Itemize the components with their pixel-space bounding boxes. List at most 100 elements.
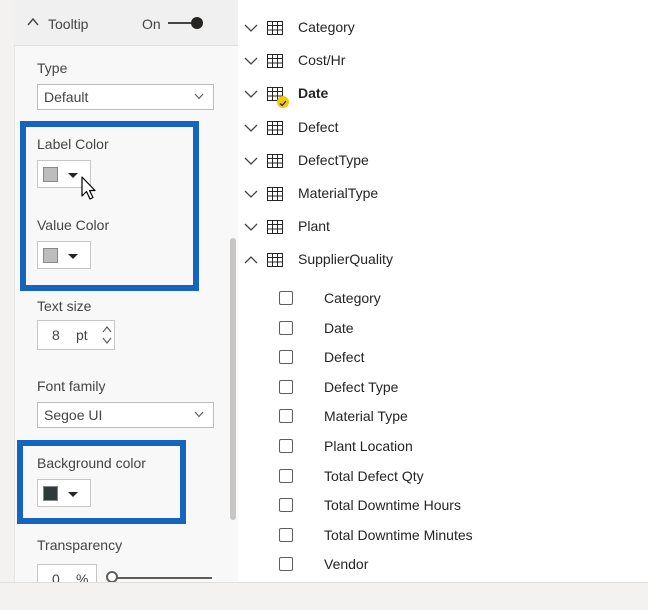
value-color-label: Value Color — [37, 217, 110, 233]
slider-track — [112, 577, 212, 579]
font-family-value: Segoe UI — [44, 407, 103, 423]
field-checkbox[interactable] — [279, 469, 293, 483]
field-name: Total Downtime Minutes — [324, 527, 473, 543]
text-size-input[interactable]: 8 pt — [37, 320, 115, 350]
field-checkbox[interactable] — [279, 291, 293, 305]
field-name: Defect Type — [324, 379, 399, 395]
table-row[interactable]: SupplierQuality — [238, 245, 648, 275]
field-name: Plant Location — [324, 438, 413, 454]
field-row[interactable]: Total Downtime Minutes — [238, 521, 648, 549]
transparency-input[interactable]: 0 % — [37, 564, 97, 582]
type-dropdown[interactable]: Default — [37, 84, 214, 110]
table-name: Category — [298, 19, 355, 35]
field-row[interactable]: Category — [238, 284, 648, 312]
table-name: Date — [298, 85, 329, 101]
field-row[interactable]: Total Downtime Hours — [238, 491, 648, 519]
chevron-down-icon — [194, 93, 204, 100]
chevron-down-icon[interactable] — [244, 56, 258, 66]
mouse-cursor-icon — [81, 176, 96, 200]
pane-edge — [0, 0, 14, 582]
transparency-label: Transparency — [37, 537, 123, 553]
table-name: MaterialType — [298, 185, 379, 201]
field-checkbox[interactable] — [279, 498, 293, 512]
value-color-swatch — [43, 248, 58, 263]
tooltip-toggle[interactable] — [168, 17, 204, 29]
type-dropdown-value: Default — [44, 89, 89, 105]
spin-buttons-icon[interactable] — [100, 323, 114, 347]
table-name: Cost/Hr — [298, 52, 346, 68]
background-color-label: Background color — [37, 455, 146, 471]
caret-down-icon — [68, 173, 78, 178]
slider-thumb[interactable] — [106, 571, 118, 582]
field-checkbox[interactable] — [279, 350, 293, 364]
chevron-down-icon[interactable] — [244, 189, 258, 199]
table-row[interactable]: Plant — [238, 212, 648, 242]
table-name: DefectType — [298, 152, 369, 168]
type-label: Type — [37, 60, 68, 76]
table-row[interactable]: Date — [238, 79, 648, 109]
chevron-down-icon — [194, 411, 204, 418]
format-pane: Tooltip On Type Default Label Color Valu… — [0, 0, 238, 582]
background-color-picker[interactable] — [37, 479, 91, 507]
transparency-value: 0 — [52, 571, 60, 582]
table-row[interactable]: MaterialType — [238, 179, 648, 209]
chevron-down-icon[interactable] — [244, 156, 258, 166]
field-checkbox[interactable] — [279, 528, 293, 542]
text-size-label: Text size — [37, 298, 92, 314]
caret-down-icon — [68, 254, 78, 259]
table-row[interactable]: Cost/Hr — [238, 46, 648, 76]
label-color-swatch — [43, 167, 58, 182]
field-row[interactable]: Vendor — [238, 550, 648, 578]
text-size-value: 8 — [52, 327, 60, 343]
section-title: Tooltip — [48, 16, 89, 32]
table-row[interactable]: Category — [238, 13, 648, 43]
field-name: Vendor — [324, 556, 369, 572]
table-icon — [267, 21, 283, 35]
toggle-label: On — [142, 16, 161, 32]
table-icon — [267, 187, 283, 201]
table-row[interactable]: Defect — [238, 113, 648, 143]
text-size-unit: pt — [76, 327, 88, 343]
font-family-label: Font family — [37, 378, 106, 394]
table-icon — [267, 121, 283, 135]
fields-pane: Category Cost/Hr Date Defect DefectType Mater… — [238, 0, 648, 582]
field-row[interactable]: Plant Location — [238, 432, 648, 460]
field-name: Date — [324, 320, 354, 336]
field-row[interactable]: Defect — [238, 343, 648, 371]
transparency-unit: % — [76, 571, 89, 582]
chevron-down-icon[interactable] — [244, 222, 258, 232]
table-name: SupplierQuality — [298, 251, 393, 267]
field-row[interactable]: Defect Type — [238, 373, 648, 401]
table-icon — [267, 253, 283, 267]
field-row[interactable]: Total Defect Qty — [238, 462, 648, 490]
chevron-down-icon[interactable] — [244, 123, 258, 133]
field-row[interactable]: Material Type — [238, 402, 648, 430]
field-name: Total Downtime Hours — [324, 497, 461, 513]
field-checkbox[interactable] — [279, 409, 293, 423]
checkmark-badge-icon — [277, 96, 289, 108]
table-row[interactable]: DefectType — [238, 146, 648, 176]
field-row[interactable]: Date — [238, 314, 648, 342]
transparency-slider[interactable] — [106, 570, 212, 582]
table-icon — [267, 54, 283, 68]
font-family-dropdown[interactable]: Segoe UI — [37, 402, 214, 428]
background-color-swatch — [43, 486, 58, 501]
field-name: Defect — [324, 349, 365, 365]
table-name: Plant — [298, 218, 330, 234]
format-pane-scrollbar[interactable] — [230, 238, 236, 520]
chevron-up-icon[interactable] — [27, 16, 39, 28]
caret-down-icon — [68, 492, 78, 497]
field-checkbox[interactable] — [279, 557, 293, 571]
table-icon — [267, 220, 283, 234]
field-name: Material Type — [324, 408, 408, 424]
value-color-picker[interactable] — [37, 241, 91, 269]
table-name: Defect — [298, 119, 339, 135]
chevron-down-icon[interactable] — [244, 89, 258, 99]
field-checkbox[interactable] — [279, 439, 293, 453]
chevron-up-icon[interactable] — [244, 255, 258, 265]
field-name: Category — [324, 290, 381, 306]
field-checkbox[interactable] — [279, 321, 293, 335]
field-checkbox[interactable] — [279, 380, 293, 394]
field-name: Total Defect Qty — [324, 468, 424, 484]
chevron-down-icon[interactable] — [244, 23, 258, 33]
